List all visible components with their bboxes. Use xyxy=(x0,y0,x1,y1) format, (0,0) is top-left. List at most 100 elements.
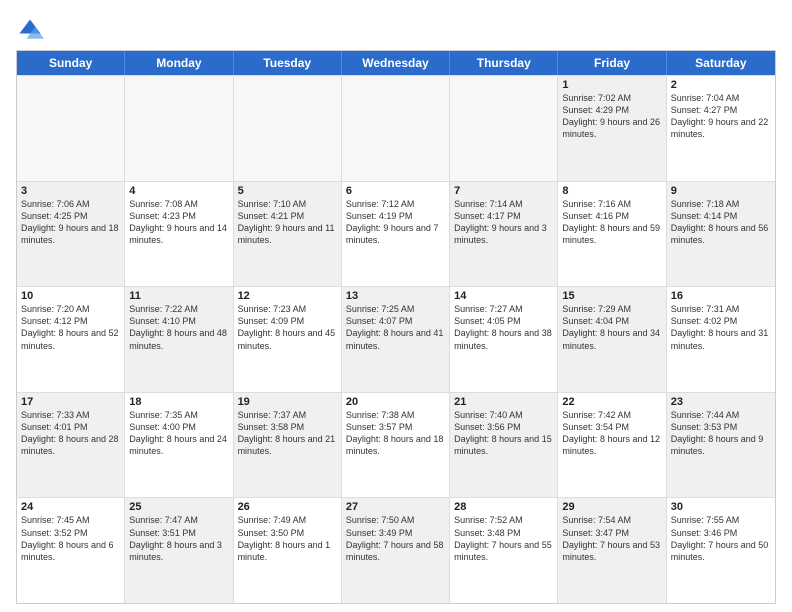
calendar-cell-3-6: 23Sunrise: 7:44 AM Sunset: 3:53 PM Dayli… xyxy=(667,393,775,498)
day-number: 20 xyxy=(346,396,445,408)
calendar-cell-4-0: 24Sunrise: 7:45 AM Sunset: 3:52 PM Dayli… xyxy=(17,498,125,603)
day-number: 29 xyxy=(562,501,661,513)
calendar-cell-1-5: 8Sunrise: 7:16 AM Sunset: 4:16 PM Daylig… xyxy=(558,182,666,287)
cell-details: Sunrise: 7:49 AM Sunset: 3:50 PM Dayligh… xyxy=(238,514,337,563)
calendar-cell-4-2: 26Sunrise: 7:49 AM Sunset: 3:50 PM Dayli… xyxy=(234,498,342,603)
cell-details: Sunrise: 7:44 AM Sunset: 3:53 PM Dayligh… xyxy=(671,409,771,458)
day-number: 13 xyxy=(346,290,445,302)
cell-details: Sunrise: 7:29 AM Sunset: 4:04 PM Dayligh… xyxy=(562,303,661,352)
cell-details: Sunrise: 7:45 AM Sunset: 3:52 PM Dayligh… xyxy=(21,514,120,563)
cell-details: Sunrise: 7:33 AM Sunset: 4:01 PM Dayligh… xyxy=(21,409,120,458)
calendar-row-2: 10Sunrise: 7:20 AM Sunset: 4:12 PM Dayli… xyxy=(17,286,775,392)
calendar-cell-3-0: 17Sunrise: 7:33 AM Sunset: 4:01 PM Dayli… xyxy=(17,393,125,498)
day-number: 15 xyxy=(562,290,661,302)
calendar-cell-1-4: 7Sunrise: 7:14 AM Sunset: 4:17 PM Daylig… xyxy=(450,182,558,287)
calendar-cell-2-6: 16Sunrise: 7:31 AM Sunset: 4:02 PM Dayli… xyxy=(667,287,775,392)
day-number: 25 xyxy=(129,501,228,513)
cell-details: Sunrise: 7:47 AM Sunset: 3:51 PM Dayligh… xyxy=(129,514,228,563)
header-cell-monday: Monday xyxy=(125,51,233,75)
day-number: 4 xyxy=(129,185,228,197)
calendar-cell-0-3 xyxy=(342,76,450,181)
calendar-cell-2-2: 12Sunrise: 7:23 AM Sunset: 4:09 PM Dayli… xyxy=(234,287,342,392)
calendar-cell-0-6: 2Sunrise: 7:04 AM Sunset: 4:27 PM Daylig… xyxy=(667,76,775,181)
day-number: 12 xyxy=(238,290,337,302)
day-number: 14 xyxy=(454,290,553,302)
cell-details: Sunrise: 7:55 AM Sunset: 3:46 PM Dayligh… xyxy=(671,514,771,563)
cell-details: Sunrise: 7:38 AM Sunset: 3:57 PM Dayligh… xyxy=(346,409,445,458)
header-cell-friday: Friday xyxy=(558,51,666,75)
calendar-row-4: 24Sunrise: 7:45 AM Sunset: 3:52 PM Dayli… xyxy=(17,497,775,603)
cell-details: Sunrise: 7:06 AM Sunset: 4:25 PM Dayligh… xyxy=(21,198,120,247)
calendar-cell-1-1: 4Sunrise: 7:08 AM Sunset: 4:23 PM Daylig… xyxy=(125,182,233,287)
cell-details: Sunrise: 7:25 AM Sunset: 4:07 PM Dayligh… xyxy=(346,303,445,352)
day-number: 23 xyxy=(671,396,771,408)
logo xyxy=(16,16,48,44)
calendar-cell-4-4: 28Sunrise: 7:52 AM Sunset: 3:48 PM Dayli… xyxy=(450,498,558,603)
day-number: 10 xyxy=(21,290,120,302)
calendar-cell-2-3: 13Sunrise: 7:25 AM Sunset: 4:07 PM Dayli… xyxy=(342,287,450,392)
day-number: 24 xyxy=(21,501,120,513)
day-number: 5 xyxy=(238,185,337,197)
day-number: 2 xyxy=(671,79,771,91)
calendar-cell-4-1: 25Sunrise: 7:47 AM Sunset: 3:51 PM Dayli… xyxy=(125,498,233,603)
header-cell-wednesday: Wednesday xyxy=(342,51,450,75)
day-number: 30 xyxy=(671,501,771,513)
calendar-cell-3-2: 19Sunrise: 7:37 AM Sunset: 3:58 PM Dayli… xyxy=(234,393,342,498)
calendar-row-3: 17Sunrise: 7:33 AM Sunset: 4:01 PM Dayli… xyxy=(17,392,775,498)
day-number: 28 xyxy=(454,501,553,513)
cell-details: Sunrise: 7:18 AM Sunset: 4:14 PM Dayligh… xyxy=(671,198,771,247)
cell-details: Sunrise: 7:40 AM Sunset: 3:56 PM Dayligh… xyxy=(454,409,553,458)
header-cell-saturday: Saturday xyxy=(667,51,775,75)
cell-details: Sunrise: 7:04 AM Sunset: 4:27 PM Dayligh… xyxy=(671,92,771,141)
calendar-row-0: 1Sunrise: 7:02 AM Sunset: 4:29 PM Daylig… xyxy=(17,75,775,181)
cell-details: Sunrise: 7:52 AM Sunset: 3:48 PM Dayligh… xyxy=(454,514,553,563)
cell-details: Sunrise: 7:12 AM Sunset: 4:19 PM Dayligh… xyxy=(346,198,445,247)
calendar-cell-1-2: 5Sunrise: 7:10 AM Sunset: 4:21 PM Daylig… xyxy=(234,182,342,287)
calendar-row-1: 3Sunrise: 7:06 AM Sunset: 4:25 PM Daylig… xyxy=(17,181,775,287)
cell-details: Sunrise: 7:27 AM Sunset: 4:05 PM Dayligh… xyxy=(454,303,553,352)
cell-details: Sunrise: 7:08 AM Sunset: 4:23 PM Dayligh… xyxy=(129,198,228,247)
cell-details: Sunrise: 7:54 AM Sunset: 3:47 PM Dayligh… xyxy=(562,514,661,563)
calendar-cell-0-2 xyxy=(234,76,342,181)
day-number: 27 xyxy=(346,501,445,513)
day-number: 21 xyxy=(454,396,553,408)
calendar-cell-3-1: 18Sunrise: 7:35 AM Sunset: 4:00 PM Dayli… xyxy=(125,393,233,498)
header-cell-tuesday: Tuesday xyxy=(234,51,342,75)
day-number: 22 xyxy=(562,396,661,408)
day-number: 3 xyxy=(21,185,120,197)
calendar-cell-4-3: 27Sunrise: 7:50 AM Sunset: 3:49 PM Dayli… xyxy=(342,498,450,603)
cell-details: Sunrise: 7:50 AM Sunset: 3:49 PM Dayligh… xyxy=(346,514,445,563)
header xyxy=(16,12,776,44)
calendar-cell-0-1 xyxy=(125,76,233,181)
calendar-cell-1-6: 9Sunrise: 7:18 AM Sunset: 4:14 PM Daylig… xyxy=(667,182,775,287)
calendar-cell-0-0 xyxy=(17,76,125,181)
calendar-body: 1Sunrise: 7:02 AM Sunset: 4:29 PM Daylig… xyxy=(17,75,775,603)
cell-details: Sunrise: 7:31 AM Sunset: 4:02 PM Dayligh… xyxy=(671,303,771,352)
day-number: 8 xyxy=(562,185,661,197)
calendar-cell-4-6: 30Sunrise: 7:55 AM Sunset: 3:46 PM Dayli… xyxy=(667,498,775,603)
header-cell-thursday: Thursday xyxy=(450,51,558,75)
calendar-cell-2-4: 14Sunrise: 7:27 AM Sunset: 4:05 PM Dayli… xyxy=(450,287,558,392)
day-number: 6 xyxy=(346,185,445,197)
calendar-cell-1-0: 3Sunrise: 7:06 AM Sunset: 4:25 PM Daylig… xyxy=(17,182,125,287)
calendar-cell-2-0: 10Sunrise: 7:20 AM Sunset: 4:12 PM Dayli… xyxy=(17,287,125,392)
day-number: 18 xyxy=(129,396,228,408)
calendar-cell-4-5: 29Sunrise: 7:54 AM Sunset: 3:47 PM Dayli… xyxy=(558,498,666,603)
cell-details: Sunrise: 7:14 AM Sunset: 4:17 PM Dayligh… xyxy=(454,198,553,247)
cell-details: Sunrise: 7:16 AM Sunset: 4:16 PM Dayligh… xyxy=(562,198,661,247)
calendar: SundayMondayTuesdayWednesdayThursdayFrid… xyxy=(16,50,776,604)
cell-details: Sunrise: 7:20 AM Sunset: 4:12 PM Dayligh… xyxy=(21,303,120,352)
day-number: 11 xyxy=(129,290,228,302)
day-number: 17 xyxy=(21,396,120,408)
calendar-header-row: SundayMondayTuesdayWednesdayThursdayFrid… xyxy=(17,51,775,75)
calendar-cell-1-3: 6Sunrise: 7:12 AM Sunset: 4:19 PM Daylig… xyxy=(342,182,450,287)
day-number: 16 xyxy=(671,290,771,302)
logo-icon xyxy=(16,16,44,44)
cell-details: Sunrise: 7:35 AM Sunset: 4:00 PM Dayligh… xyxy=(129,409,228,458)
calendar-cell-3-5: 22Sunrise: 7:42 AM Sunset: 3:54 PM Dayli… xyxy=(558,393,666,498)
calendar-cell-2-5: 15Sunrise: 7:29 AM Sunset: 4:04 PM Dayli… xyxy=(558,287,666,392)
cell-details: Sunrise: 7:23 AM Sunset: 4:09 PM Dayligh… xyxy=(238,303,337,352)
day-number: 26 xyxy=(238,501,337,513)
calendar-cell-3-3: 20Sunrise: 7:38 AM Sunset: 3:57 PM Dayli… xyxy=(342,393,450,498)
calendar-cell-0-4 xyxy=(450,76,558,181)
